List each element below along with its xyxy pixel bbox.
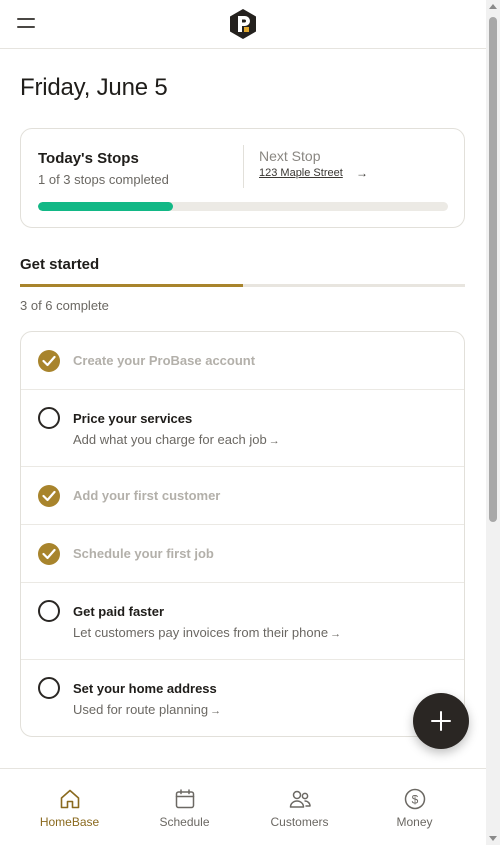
task-title: Create your ProBase account bbox=[73, 353, 256, 368]
scroll-up-arrow[interactable] bbox=[489, 4, 497, 9]
page-title: Friday, June 5 bbox=[20, 74, 168, 101]
task-description: Add what you charge for each job → bbox=[73, 432, 280, 447]
empty-circle-icon[interactable] bbox=[38, 600, 60, 622]
nav-item-homebase[interactable]: HomeBase bbox=[12, 769, 127, 845]
bottom-nav: HomeBase Schedule Customers $ Money bbox=[0, 768, 486, 845]
get-started-progress-fill bbox=[20, 284, 243, 287]
scrollbar-thumb[interactable] bbox=[489, 17, 497, 522]
home-icon bbox=[60, 789, 80, 809]
scroll-down-arrow[interactable] bbox=[489, 836, 497, 841]
plus-icon bbox=[431, 711, 451, 731]
probase-logo[interactable] bbox=[229, 9, 257, 39]
check-circle-icon[interactable] bbox=[38, 350, 60, 372]
task-item[interactable]: Set your home address Used for route plan… bbox=[21, 660, 464, 736]
calendar-icon bbox=[175, 789, 195, 809]
get-started-heading: Get started bbox=[20, 256, 100, 273]
stops-subtitle: 1 of 3 stops completed bbox=[38, 172, 169, 187]
scrollbar[interactable] bbox=[486, 0, 500, 845]
task-title: Price your services bbox=[73, 411, 193, 426]
task-item[interactable]: Get paid faster Let customers pay invoice… bbox=[21, 583, 464, 660]
task-description: Let customers pay invoices from their ph… bbox=[73, 625, 341, 640]
todays-stops-card[interactable]: Today's Stops 1 of 3 stops completed Nex… bbox=[20, 128, 465, 228]
nav-label: Money bbox=[396, 815, 433, 829]
stops-progress-bar bbox=[38, 202, 448, 211]
hamburger-icon[interactable] bbox=[17, 18, 35, 30]
arrow-right-icon: → bbox=[356, 166, 368, 180]
task-list: Create your ProBase account Price your se… bbox=[20, 331, 465, 737]
nav-item-money[interactable]: $ Money bbox=[357, 769, 472, 845]
stops-progress-fill bbox=[38, 202, 174, 211]
nav-item-customers[interactable]: Customers bbox=[242, 769, 357, 845]
check-circle-icon[interactable] bbox=[38, 543, 60, 565]
task-title: Get paid faster bbox=[73, 604, 165, 619]
task-item[interactable]: Price your services Add what you charge f… bbox=[21, 390, 464, 467]
get-started-progress-bar bbox=[20, 284, 465, 287]
task-description-text: Used for route planning bbox=[73, 702, 209, 717]
nav-label: Schedule bbox=[159, 815, 210, 829]
task-description-text: Let customers pay invoices from their ph… bbox=[73, 625, 329, 640]
next-stop-label: Next Stop bbox=[259, 148, 321, 164]
task-description-text: Add what you charge for each job bbox=[73, 432, 267, 447]
get-started-count: 3 of 6 complete bbox=[20, 298, 109, 313]
svg-text:$: $ bbox=[412, 793, 419, 807]
nav-label: HomeBase bbox=[39, 815, 100, 829]
dollar-circle-icon: $ bbox=[404, 788, 426, 810]
task-item[interactable]: Schedule your first job bbox=[21, 525, 464, 583]
arrow-right-icon: → bbox=[210, 705, 222, 717]
arrow-right-icon: → bbox=[268, 435, 280, 447]
task-title: Add your first customer bbox=[73, 488, 221, 503]
divider bbox=[243, 145, 244, 188]
nav-label: Customers bbox=[270, 815, 329, 829]
empty-circle-icon[interactable] bbox=[38, 407, 60, 429]
users-icon bbox=[289, 790, 311, 808]
task-description: Used for route planning → bbox=[73, 702, 221, 717]
add-button[interactable] bbox=[413, 693, 469, 749]
task-title: Set your home address bbox=[73, 681, 217, 696]
nav-item-schedule[interactable]: Schedule bbox=[127, 769, 242, 845]
next-stop-address-link[interactable]: 123 Maple Street bbox=[259, 167, 343, 179]
task-title: Schedule your first job bbox=[73, 546, 214, 561]
empty-circle-icon[interactable] bbox=[38, 677, 60, 699]
task-item[interactable]: Create your ProBase account bbox=[21, 332, 464, 390]
check-circle-icon[interactable] bbox=[38, 485, 60, 507]
stops-title: Today's Stops bbox=[38, 150, 139, 167]
task-item[interactable]: Add your first customer bbox=[21, 467, 464, 525]
app-header bbox=[0, 0, 486, 49]
arrow-right-icon: → bbox=[330, 628, 342, 640]
